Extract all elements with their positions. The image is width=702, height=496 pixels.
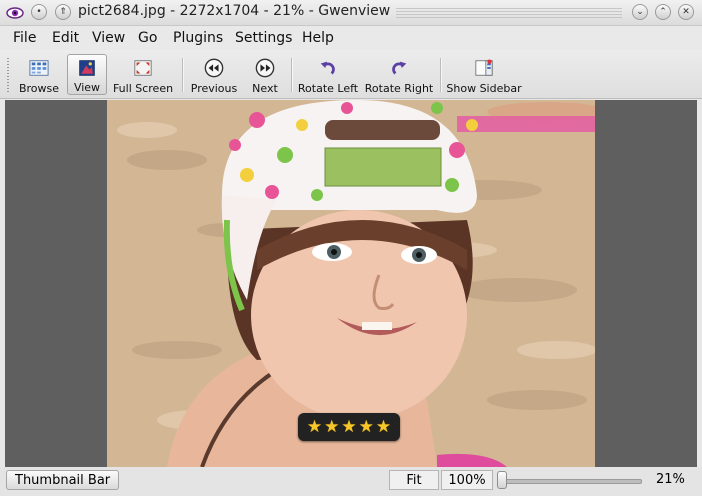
zoom-slider-handle[interactable] [497,471,507,489]
full-screen-icon [134,60,152,76]
image-viewer[interactable] [5,100,697,467]
sidebar-icon [475,59,493,76]
window-title: pict2684.jpg - 2272x1704 - 21% - Gwenvie… [78,3,391,19]
next-button[interactable]: Next [246,54,284,95]
statusbar: Thumbnail Bar Fit 100% 21% [0,467,702,496]
rotate-right-icon [392,61,407,75]
view-button[interactable]: View [67,54,107,95]
star-icon[interactable]: ★ [341,418,356,436]
menu-go[interactable]: Go [138,30,157,46]
view-label: View [73,81,101,94]
toolbar-separator [440,58,441,92]
browse-grid-icon [29,60,49,76]
menu-settings[interactable]: Settings [235,30,292,46]
photo-image [107,100,595,467]
star-icon[interactable]: ★ [324,418,339,436]
rotate-right-label: Rotate Right [364,82,434,95]
show-sidebar-label: Show Sidebar [446,82,522,95]
previous-button[interactable]: Previous [190,54,238,95]
star-icon[interactable]: ★ [376,418,391,436]
window-menu-button[interactable]: • [31,4,47,20]
maximize-button[interactable]: ⌃ [655,4,671,20]
rotate-left-label: Rotate Left [297,82,359,95]
close-button[interactable]: ✕ [678,4,694,20]
titlebar-decoration [396,8,622,18]
toolbar-separator [182,58,183,92]
star-icon[interactable]: ★ [359,418,374,436]
full-screen-label: Full Screen [112,82,174,95]
rotate-right-button[interactable]: Rotate Right [364,54,434,95]
previous-label: Previous [190,82,238,95]
gwenview-eye-icon[interactable] [6,4,24,22]
view-image-icon [79,60,95,76]
menu-view[interactable]: View [92,30,125,46]
browse-label: Browse [18,82,60,95]
menu-file[interactable]: File [13,30,36,46]
rotate-left-icon [320,61,335,75]
menu-edit[interactable]: Edit [52,30,79,46]
zoom-percentage: 21% [656,472,685,487]
rotate-left-button[interactable]: Rotate Left [298,54,358,95]
menu-help[interactable]: Help [302,30,334,46]
menu-plugins[interactable]: Plugins [173,30,223,46]
rating-overlay[interactable]: ★ ★ ★ ★ ★ [298,413,400,441]
full-screen-button[interactable]: Full Screen [113,54,173,95]
zoom-slider-track[interactable] [502,479,642,484]
toolbar-separator [291,58,292,92]
photo-image-content [107,100,595,467]
next-icon [255,58,275,78]
zoom-fit-button[interactable]: Fit [389,470,439,490]
next-label: Next [252,82,278,95]
previous-icon [204,58,224,78]
window-titlebar: • ⇑ pict2684.jpg - 2272x1704 - 21% - Gwe… [0,0,702,26]
keep-above-button[interactable]: ⇑ [55,4,71,20]
zoom-100-button[interactable]: 100% [441,470,493,490]
main-toolbar: Browse View Full Screen Previous Next Ro… [0,50,702,99]
minimize-button[interactable]: ⌄ [632,4,648,20]
thumbnail-bar-button[interactable]: Thumbnail Bar [6,470,120,490]
star-icon[interactable]: ★ [307,418,322,436]
menubar: File Edit View Go Plugins Settings Help [0,26,702,50]
toolbar-grip[interactable] [7,58,9,92]
show-sidebar-button[interactable]: Show Sidebar [446,54,522,95]
browse-button[interactable]: Browse [16,54,62,95]
